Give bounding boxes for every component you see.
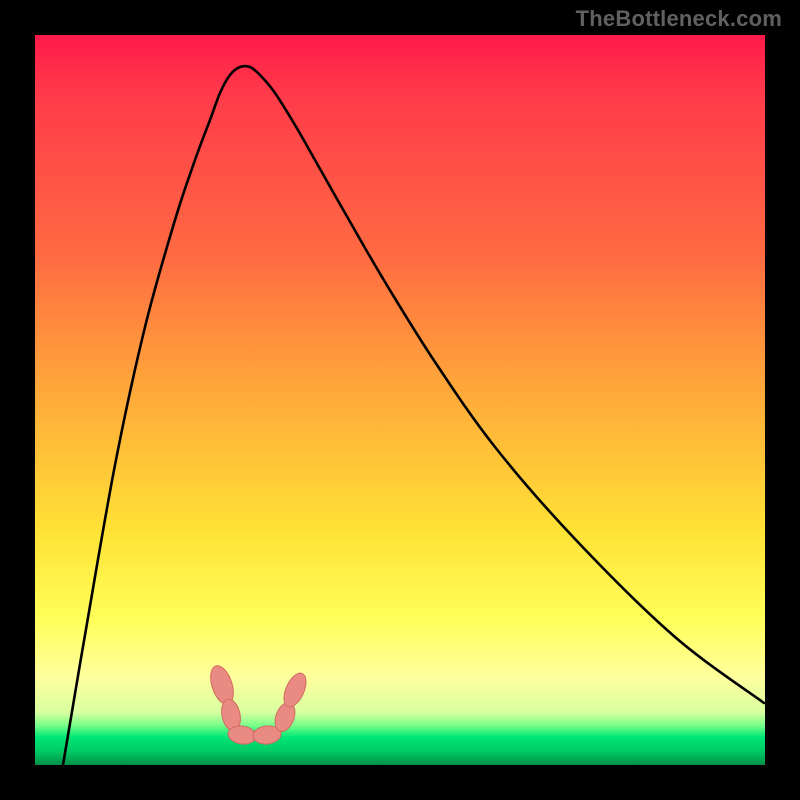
marker-layer <box>206 663 310 746</box>
curve-layer <box>35 35 765 765</box>
watermark-text: TheBottleneck.com <box>576 6 782 32</box>
plot-area <box>35 35 765 765</box>
bottleneck-curve <box>63 66 764 765</box>
chart-frame: TheBottleneck.com <box>0 0 800 800</box>
